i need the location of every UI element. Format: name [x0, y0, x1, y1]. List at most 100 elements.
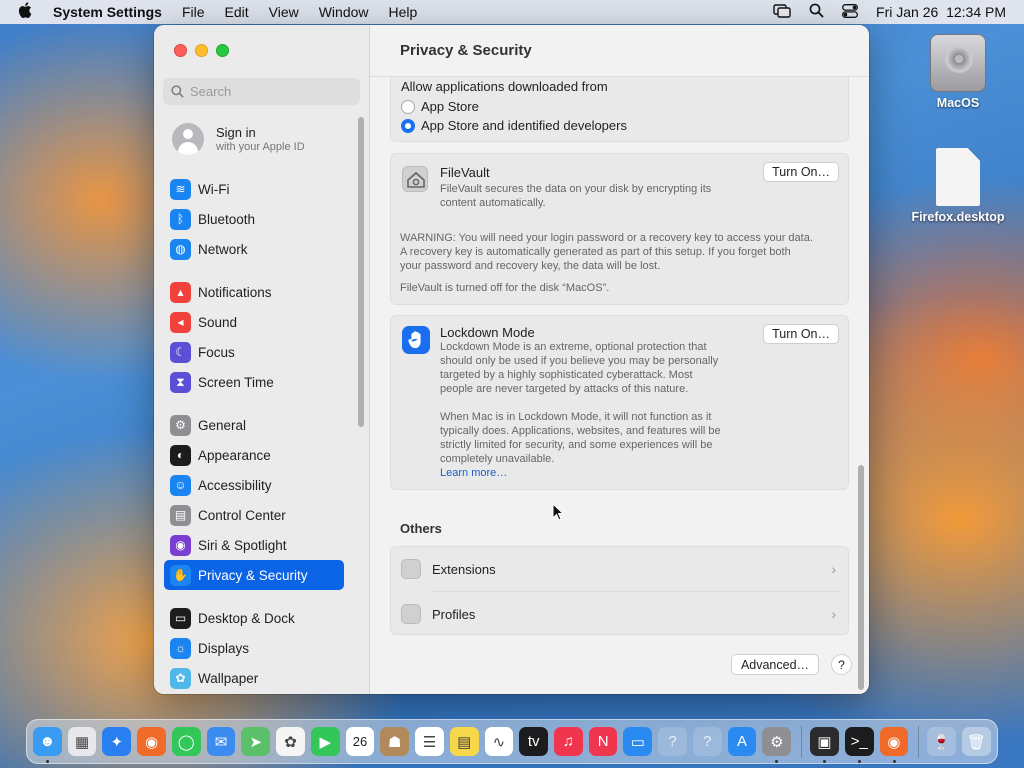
- mail-icon[interactable]: ✉: [206, 727, 236, 756]
- placeholder-app-2-icon[interactable]: ?: [692, 727, 722, 756]
- sidebar-group-connectivity: ≋ Wi-Fi ᛒ Bluetooth ◍ Network: [164, 174, 344, 264]
- lockdown-turn-on-button[interactable]: Turn On…: [763, 324, 839, 344]
- desktop-icon-macos[interactable]: MacOS: [908, 34, 1008, 110]
- menu-window[interactable]: Window: [319, 4, 369, 20]
- sidebar-item-label: Appearance: [198, 447, 271, 463]
- sidebar-item-bluetooth[interactable]: ᛒ Bluetooth: [164, 204, 344, 234]
- sidebar-item-desktop-dock[interactable]: ▭ Desktop & Dock: [164, 603, 344, 633]
- avatar-icon: [172, 123, 204, 155]
- wine-icon[interactable]: 🍷: [927, 727, 957, 756]
- freeform-icon[interactable]: ∿: [484, 727, 514, 756]
- menu-app-name[interactable]: System Settings: [53, 4, 162, 20]
- extensions-row[interactable]: Extensions ›: [391, 547, 848, 591]
- sidebar-item-accessibility[interactable]: ☺ Accessibility: [164, 470, 344, 500]
- account-subtitle: with your Apple ID: [216, 141, 305, 153]
- sidebar-item-label: Privacy & Security: [198, 567, 308, 583]
- dock-app-glyph: ◉: [887, 733, 901, 751]
- sidebar-item-wallpaper[interactable]: ✿ Wallpaper: [164, 663, 344, 693]
- screenshot-icon[interactable]: ▣: [810, 727, 839, 763]
- finder-icon[interactable]: ☻: [33, 727, 62, 763]
- sidebar-item-siri-spotlight[interactable]: ◉ Siri & Spotlight: [164, 530, 344, 560]
- sidebar-item-notifications[interactable]: ▴ Notifications: [164, 277, 344, 307]
- hourglass-icon: ⧗: [170, 371, 191, 393]
- profiles-row[interactable]: Profiles ›: [391, 592, 848, 636]
- others-card: Extensions › Profiles ›: [390, 546, 849, 635]
- terminal-icon[interactable]: >_: [844, 727, 874, 763]
- app-store-icon[interactable]: A: [727, 727, 757, 756]
- launchpad-icon[interactable]: ▦: [67, 727, 97, 756]
- sidebar-item-appearance[interactable]: ◐ Appearance: [164, 440, 344, 470]
- minimize-window-button[interactable]: [195, 44, 208, 57]
- sidebar-item-network[interactable]: ◍ Network: [164, 234, 344, 264]
- dock-app-glyph: ▣: [817, 733, 832, 751]
- sidebar-item-label: Displays: [198, 640, 250, 656]
- main-header: Privacy & Security: [370, 25, 869, 77]
- lockdown-description-2: When Mac is in Lockdown Mode, it will no…: [440, 411, 721, 480]
- control-center-menu-icon[interactable]: [842, 3, 858, 21]
- sidebar-item-screen-time[interactable]: ⧗ Screen Time: [164, 367, 344, 397]
- dock-app-glyph: ▤: [457, 733, 472, 751]
- filevault-house-icon: [402, 166, 428, 192]
- close-window-button[interactable]: [174, 44, 187, 57]
- sidebar-item-label: Screen Time: [198, 374, 274, 390]
- firefox-icon[interactable]: ◉: [137, 727, 166, 756]
- screen-mirroring-icon[interactable]: [773, 3, 791, 21]
- maps-icon[interactable]: ➤: [241, 727, 271, 756]
- firefox-running-icon[interactable]: ◉: [879, 727, 909, 763]
- system-settings-icon[interactable]: ⚙: [762, 727, 792, 763]
- dock-icon: ▭: [170, 607, 191, 629]
- chevron-right-icon: ›: [831, 606, 836, 622]
- advanced-button[interactable]: Advanced…: [731, 654, 819, 675]
- radio-app-store-identified[interactable]: App Store and identified developers: [401, 118, 627, 133]
- sidebar: Search Sign in with your Apple ID ≋ Wi-Fi…: [154, 25, 370, 694]
- radio-app-store[interactable]: App Store: [401, 99, 479, 114]
- messages-icon[interactable]: ◯: [171, 727, 201, 756]
- contacts-icon[interactable]: ☗: [380, 727, 410, 756]
- notes-icon[interactable]: ▤: [449, 727, 479, 756]
- menu-edit[interactable]: Edit: [225, 4, 249, 20]
- desktop-icon-firefox-desktop[interactable]: Firefox.desktop: [908, 148, 1008, 224]
- dock-app-glyph: ☻: [39, 733, 56, 750]
- dock-app-glyph: ✿: [284, 733, 297, 751]
- sidebar-item-general[interactable]: ⚙ General: [164, 410, 344, 440]
- sidebar-item-wi-fi[interactable]: ≋ Wi-Fi: [164, 174, 344, 204]
- menu-view[interactable]: View: [269, 4, 299, 20]
- radio-button-selected[interactable]: [401, 118, 415, 133]
- learn-more-link[interactable]: Learn more…: [440, 466, 721, 480]
- spotlight-search-icon[interactable]: [809, 3, 824, 21]
- facetime-icon[interactable]: ▶: [310, 727, 340, 756]
- sidebar-search-field[interactable]: Search: [163, 78, 360, 105]
- dock-app-glyph: 🍷: [932, 733, 952, 751]
- keynote-icon[interactable]: ▭: [623, 727, 653, 756]
- sidebar-item-sound[interactable]: ◂ Sound: [164, 307, 344, 337]
- filevault-description: FileVault secures the data on your disk …: [440, 183, 712, 209]
- sidebar-item-privacy-security[interactable]: ✋ Privacy & Security: [164, 560, 344, 590]
- control-center-icon: ▤: [170, 504, 191, 526]
- main-scrollbar[interactable]: [858, 465, 864, 690]
- music-icon[interactable]: ♫: [554, 727, 583, 756]
- moon-icon: ☾: [170, 341, 191, 363]
- sun-icon: ☼: [170, 637, 191, 659]
- reminders-icon[interactable]: ☰: [415, 727, 444, 756]
- menu-help[interactable]: Help: [389, 4, 418, 20]
- help-button[interactable]: ?: [831, 654, 852, 675]
- apple-id-sign-in[interactable]: Sign in with your Apple ID: [172, 123, 305, 155]
- sidebar-item-displays[interactable]: ☼ Displays: [164, 633, 344, 663]
- apple-menu-icon[interactable]: [18, 1, 38, 23]
- radio-button[interactable]: [401, 99, 415, 114]
- sidebar-scrollbar[interactable]: [358, 117, 364, 427]
- filevault-turn-on-button[interactable]: Turn On…: [763, 162, 839, 182]
- clock-datetime[interactable]: Fri Jan 26 12:34 PM: [876, 4, 1006, 20]
- menu-file[interactable]: File: [182, 4, 205, 20]
- placeholder-app-1-icon[interactable]: ?: [658, 727, 687, 756]
- safari-icon[interactable]: ✦: [102, 727, 132, 756]
- news-icon[interactable]: N: [588, 727, 618, 756]
- zoom-window-button[interactable]: [216, 44, 229, 57]
- trash-icon[interactable]: 🗑: [962, 727, 991, 756]
- photos-icon[interactable]: ✿: [276, 727, 305, 756]
- sidebar-item-control-center[interactable]: ▤ Control Center: [164, 500, 344, 530]
- apple-tv-icon[interactable]: tv: [519, 727, 549, 756]
- sidebar-item-focus[interactable]: ☾ Focus: [164, 337, 344, 367]
- extensions-icon: [401, 559, 421, 579]
- calendar-icon[interactable]: 26: [345, 727, 375, 756]
